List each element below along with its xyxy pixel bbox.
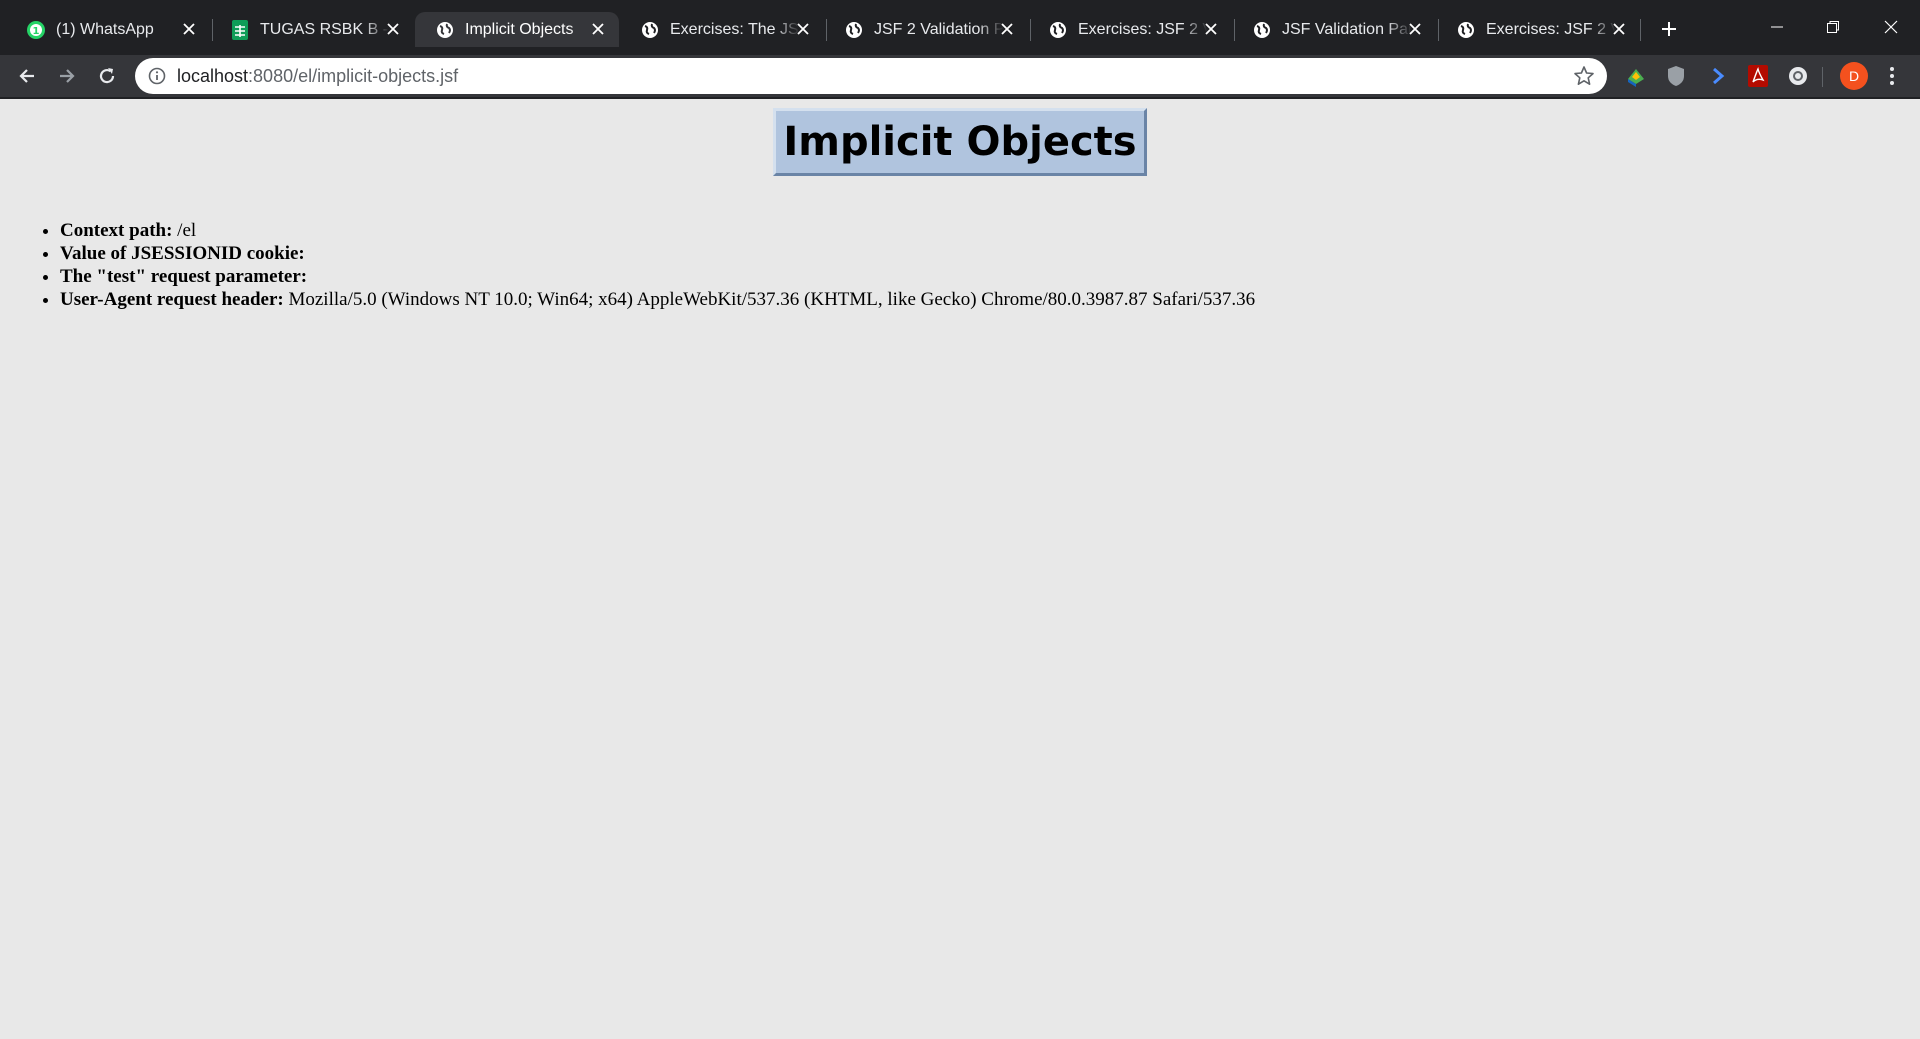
close-icon[interactable] [1202, 20, 1220, 38]
globe-icon [1048, 20, 1068, 40]
close-icon[interactable] [1610, 20, 1628, 38]
extension-circle-icon[interactable] [1786, 64, 1810, 88]
arrow-left-icon [19, 69, 34, 83]
address-bar[interactable]: localhost:8080/el/implicit-objects.jsf [135, 58, 1607, 94]
item-label: Value of JSESSIONID cookie: [60, 243, 305, 264]
close-icon[interactable] [998, 20, 1016, 38]
arrow-right-icon [60, 69, 75, 83]
tab-jsf-validation-part[interactable]: JSF Validation Part [1232, 12, 1436, 47]
tab-exercises-jsf2-val[interactable]: Exercises: JSF 2 Val [1028, 12, 1232, 47]
globe-icon [1252, 20, 1272, 40]
url-text[interactable]: localhost:8080/el/implicit-objects.jsf [177, 66, 458, 87]
forward-button[interactable] [52, 61, 82, 91]
list-item-jsessionid: Value of JSESSIONID cookie: [60, 242, 1255, 265]
tab-title: JSF Validation Part [1282, 20, 1412, 38]
extension-arrow-icon[interactable] [1706, 64, 1730, 88]
extension-idm-icon[interactable] [1624, 64, 1648, 88]
page-content: Implicit Objects Context path: /el Value… [0, 99, 1920, 1039]
browser-toolbar: localhost:8080/el/implicit-objects.jsf D [0, 55, 1920, 97]
close-icon[interactable] [1406, 20, 1424, 38]
item-label: User-Agent request header: [60, 289, 284, 310]
globe-icon [640, 20, 660, 40]
info-icon[interactable] [148, 67, 166, 85]
restore-button[interactable] [1813, 12, 1853, 42]
sheets-icon [230, 19, 250, 40]
reload-button[interactable] [92, 61, 122, 91]
item-value: Mozilla/5.0 (Windows NT 10.0; Win64; x64… [288, 289, 1256, 310]
page-title: Implicit Objects [773, 108, 1147, 176]
tab-title: JSF 2 Validation Pa [874, 20, 1004, 38]
url-path: :8080/el/implicit-objects.jsf [248, 66, 459, 86]
minimize-button[interactable] [1757, 12, 1797, 42]
close-icon[interactable] [794, 20, 812, 38]
tab-exercises-jsf2-val-2[interactable]: Exercises: JSF 2 Val [1436, 12, 1640, 47]
list-item-context-path: Context path: /el [60, 219, 1255, 242]
implicit-objects-list: Context path: /el Value of JSESSIONID co… [60, 219, 1255, 311]
close-icon[interactable] [589, 20, 607, 38]
svg-text:1: 1 [33, 26, 40, 37]
url-host: localhost [177, 66, 249, 86]
extension-pdf-icon[interactable] [1746, 64, 1770, 88]
list-item-user-agent: User-Agent request header: Mozilla/5.0 (… [60, 288, 1255, 311]
tab-implicit-objects[interactable]: Implicit Objects [415, 12, 619, 47]
close-icon [1884, 20, 1898, 34]
tab-whatsapp[interactable]: 1 (1) WhatsApp [6, 12, 210, 47]
close-icon[interactable] [180, 20, 198, 38]
item-label: Context path: [60, 220, 173, 241]
reload-icon [99, 68, 115, 84]
tab-title: (1) WhatsApp [56, 20, 154, 38]
item-label: The "test" request parameter: [60, 266, 308, 287]
plus-icon [1662, 22, 1676, 36]
title-bar [0, 0, 1920, 10]
list-item-test-parameter: The "test" request parameter: [60, 265, 1255, 288]
close-window-button[interactable] [1871, 12, 1911, 42]
minimize-icon [1771, 26, 1783, 28]
item-value: /el [177, 220, 197, 241]
tab-sheets[interactable]: TUGAS RSBK B - G [210, 12, 414, 47]
tab-title: Exercises: JSF 2 Val [1486, 20, 1616, 38]
toolbar-divider [1822, 67, 1823, 87]
tab-jsf2-validation[interactable]: JSF 2 Validation Pa [824, 12, 1028, 47]
tab-exercises-jsf[interactable]: Exercises: The JSF 2 [620, 12, 824, 47]
close-icon[interactable] [384, 20, 402, 38]
globe-icon [435, 20, 455, 40]
whatsapp-icon: 1 [26, 20, 46, 40]
tab-title: Exercises: The JSF 2 [670, 20, 800, 38]
extension-shield-icon[interactable] [1664, 64, 1688, 88]
star-icon[interactable] [1573, 65, 1595, 87]
profile-avatar[interactable]: D [1840, 62, 1868, 90]
restore-icon [1827, 21, 1839, 33]
globe-icon [1456, 20, 1476, 40]
tab-title: Implicit Objects [465, 20, 574, 38]
back-button[interactable] [12, 61, 42, 91]
menu-kebab-icon[interactable] [1880, 64, 1904, 88]
tab-title: Exercises: JSF 2 Val [1078, 20, 1208, 38]
globe-icon [844, 20, 864, 40]
new-tab-button[interactable] [1656, 16, 1682, 42]
tab-strip: 1 (1) WhatsApp TUGAS RSBK B - G Implicit… [0, 0, 1920, 55]
tab-divider [1640, 19, 1641, 41]
tab-title: TUGAS RSBK B - G [260, 20, 390, 38]
